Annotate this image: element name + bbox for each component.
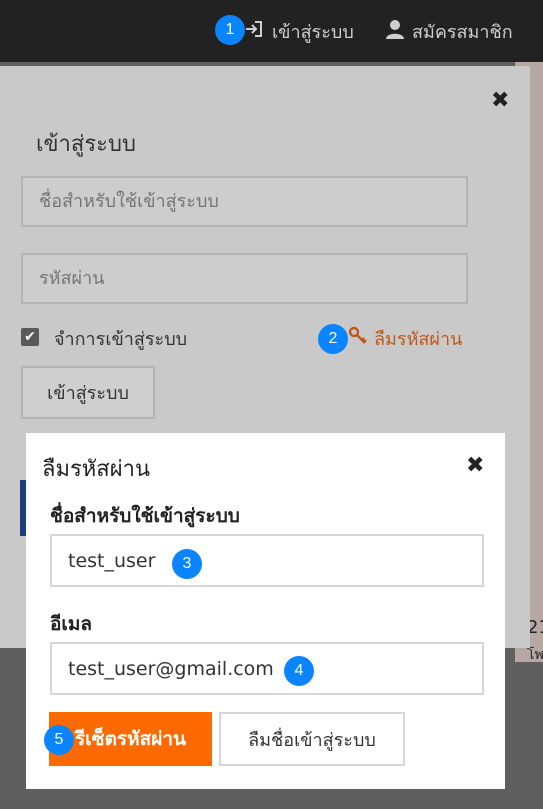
annotation-badge: 3 [172,549,202,579]
close-icon[interactable]: ✖ [491,88,509,113]
nav-signup-label: สมัครสมาชิก [412,21,513,43]
login-title: เข้าสู่ระบบ [36,132,136,157]
login-submit-button[interactable]: เข้าสู่ระบบ [21,366,155,419]
login-password-input[interactable] [21,253,468,304]
username-label: ชื่อสำหรับใช้เข้าสู่ระบบ [50,505,240,527]
forgot-password-link[interactable]: ลืมรหัสผ่าน [348,324,462,353]
forgot-modal-title: ลืมรหัสผ่าน [42,457,151,482]
annotation-badge: 1 [215,15,245,45]
login-username-input[interactable] [21,176,468,227]
nav-login-link[interactable]: เข้าสู่ระบบ [244,0,354,62]
close-icon[interactable]: ✖ [466,453,484,478]
forgot-password-modal: ลืมรหัสผ่าน ✖ ชื่อสำหรับใช้เข้าสู่ระบบ อ… [26,433,505,789]
email-input[interactable] [50,642,484,695]
annotation-badge: 2 [318,324,348,354]
user-icon [386,19,412,44]
remember-checkbox[interactable]: ✔ [21,328,39,346]
sign-in-icon [244,19,272,44]
username-input[interactable] [50,534,484,587]
email-label: อีเมล [50,613,93,635]
nav-signup-link[interactable]: สมัครสมาชิก [386,0,513,62]
annotation-badge: 5 [44,725,74,755]
forgot-password-label: ลืมรหัสผ่าน [374,329,463,350]
forgot-username-button[interactable]: ลืมชื่อเข้าสู่ระบบ [219,712,405,766]
nav-login-label: เข้าสู่ระบบ [272,21,354,43]
top-navbar: เข้าสู่ระบบ สมัครสมาชิก [0,0,543,62]
remember-label: จำการเข้าสู่ระบบ [54,329,188,350]
key-icon [348,326,374,351]
annotation-badge: 4 [284,656,314,686]
